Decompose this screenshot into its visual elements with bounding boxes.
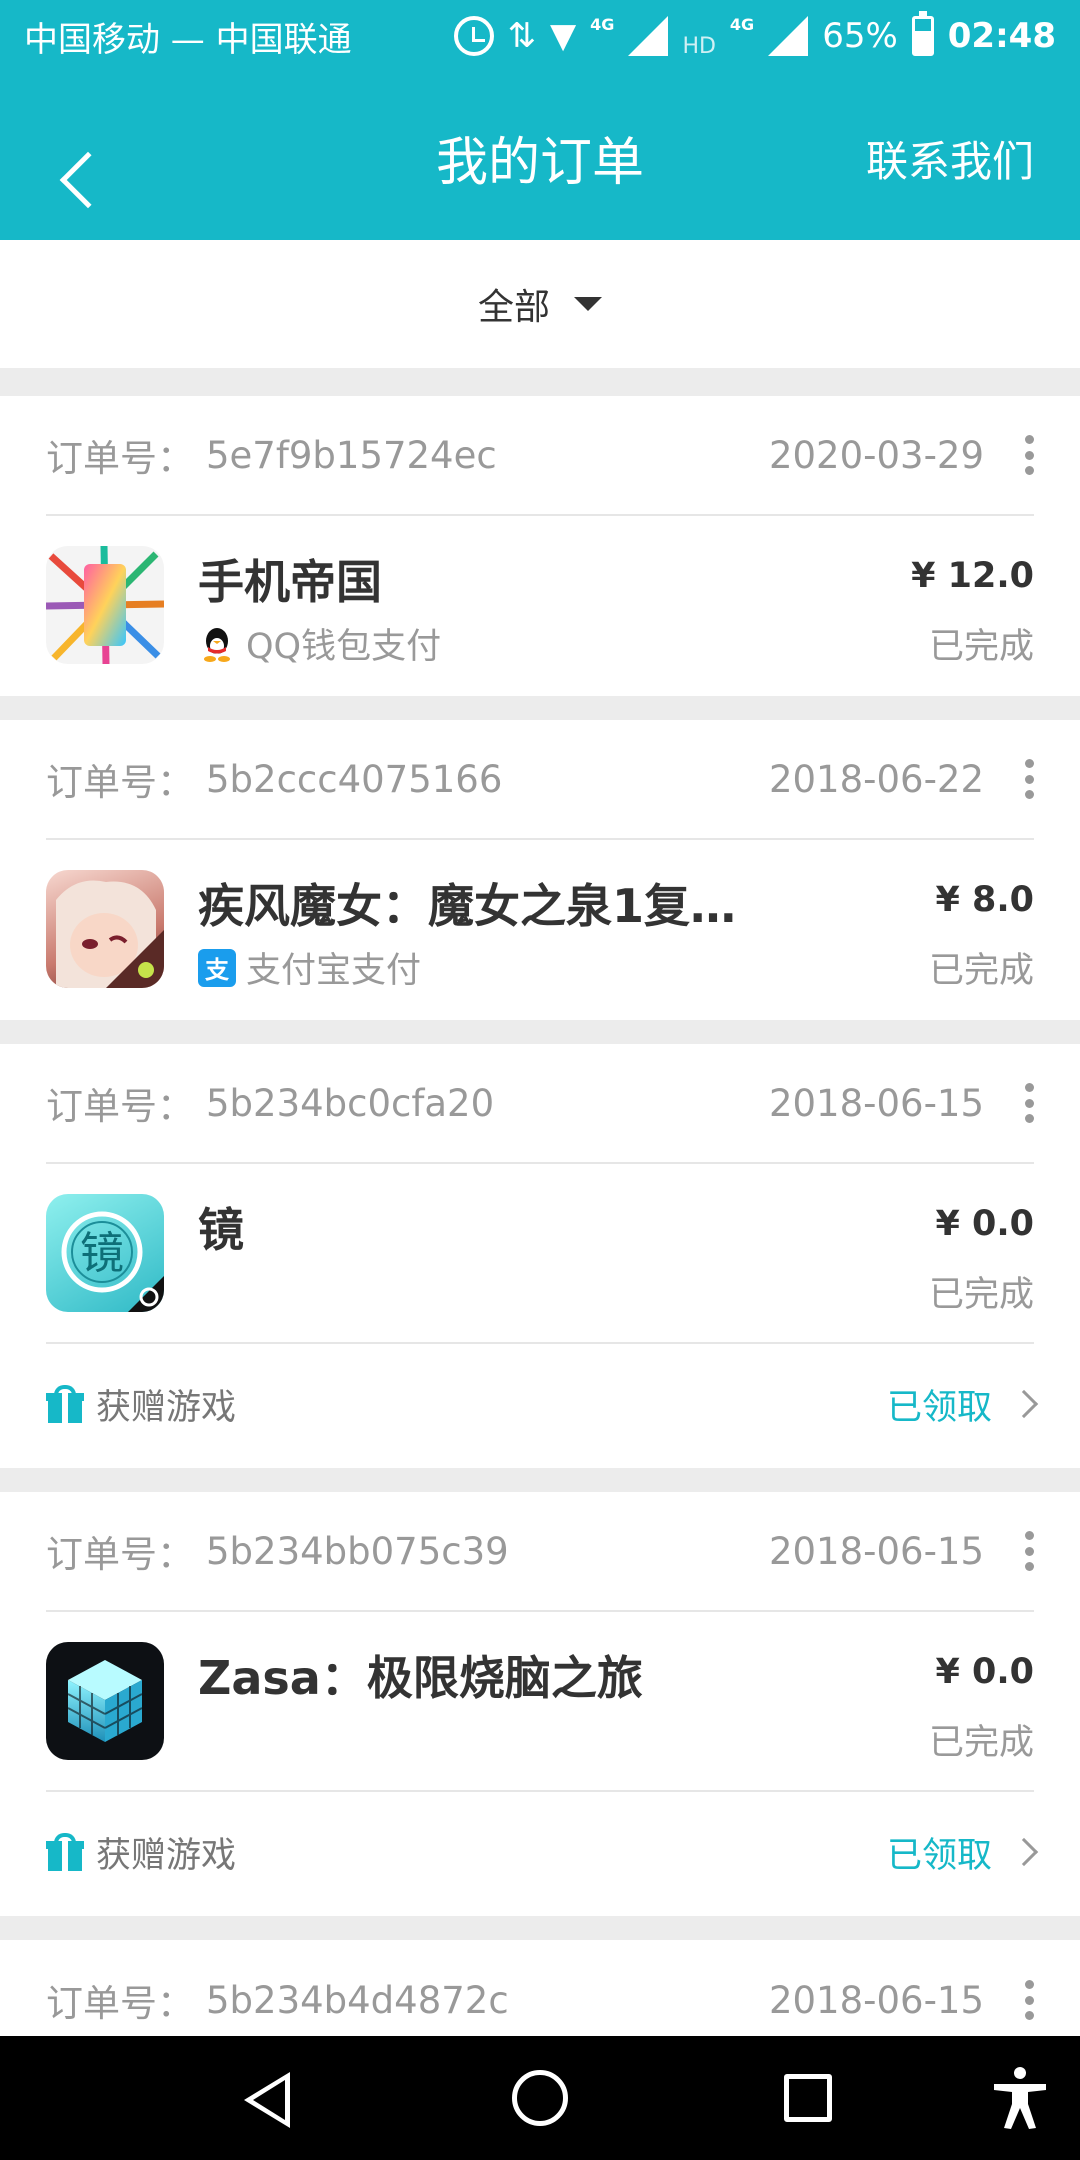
order-card[interactable]: 订单号： 5e7f9b15724ec 2020-03-29 手机帝国 QQ钱包支… — [0, 396, 1080, 696]
order-date: 2018-06-15 — [768, 1978, 984, 2022]
order-status: 已完成 — [928, 1275, 1034, 1315]
gift-label: 获赠游戏 — [96, 1835, 237, 1876]
order-card[interactable]: 订单号： 5b234b4d4872c 2018-06-15 — [0, 1940, 1080, 2036]
clock-time: 02:48 — [947, 16, 1056, 56]
order-number: 5b234bb075c39 — [206, 1529, 509, 1573]
payment-method: 支 支付宝支付 — [198, 942, 421, 993]
order-date: 2018-06-15 — [768, 1529, 984, 1573]
hd-label: HD — [682, 33, 716, 59]
order-status: 已完成 — [928, 1723, 1034, 1763]
payment-label: QQ钱包支付 — [246, 627, 442, 667]
app-name: 疾风魔女：魔女之泉1复… — [198, 879, 737, 933]
payment-method: QQ钱包支付 — [198, 618, 441, 669]
gift-row[interactable]: 获赠游戏 已领取 — [46, 1342, 1039, 1464]
nav-back-icon[interactable] — [244, 2072, 290, 2128]
order-price: ¥ 12.0 — [911, 556, 1034, 596]
app-bar: 我的订单 联系我们 — [0, 72, 1080, 240]
wifi-icon: ▼ — [550, 16, 577, 56]
signal-1-icon — [628, 16, 669, 56]
more-options-icon[interactable] — [1024, 1980, 1034, 2020]
alarm-icon — [453, 16, 494, 56]
battery-percent: 65% — [822, 16, 898, 56]
app-name: 镜 — [198, 1203, 244, 1257]
order-body: 手机帝国 QQ钱包支付 ¥ 12.0 已完成 — [46, 516, 1034, 694]
alipay-icon: 支 — [198, 948, 236, 987]
gift-row[interactable]: 获赠游戏 已领取 — [46, 1790, 1039, 1912]
order-number: 5e7f9b15724ec — [206, 433, 497, 477]
order-number-label: 订单号： — [46, 1982, 194, 2025]
network-type-2: 4G — [729, 14, 755, 34]
status-icons: ⇅ ▼ 4G HD 4G 65% 02:48 — [453, 11, 1056, 59]
gift-icon — [46, 1385, 84, 1423]
order-number-label: 订单号： — [46, 437, 194, 480]
order-price: ¥ 0.0 — [935, 1652, 1034, 1692]
order-date: 2018-06-15 — [768, 1081, 984, 1125]
zasa-cube-icon — [46, 1642, 164, 1760]
filter-selected: 全部 — [477, 287, 550, 328]
mirror-icon: 镜 — [46, 1194, 164, 1312]
claimed-status: 已领取 — [886, 1835, 992, 1876]
order-header: 订单号： 5b2ccc4075166 2018-06-22 — [46, 720, 1034, 840]
status-bar: 中国移动 — 中国联通 ⇅ ▼ 4G HD 4G 65% 02:48 — [0, 0, 1080, 72]
contact-us-button[interactable]: 联系我们 — [866, 128, 1034, 189]
gift-icon — [46, 1833, 84, 1871]
order-status: 已完成 — [928, 951, 1034, 991]
order-number-label: 订单号： — [46, 1533, 194, 1576]
order-number: 5b234b4d4872c — [206, 1978, 509, 2022]
order-number-label: 订单号： — [46, 1085, 194, 1128]
order-body: Zasa：极限烧脑之旅 ¥ 0.0 已完成 — [46, 1612, 1034, 1790]
order-card[interactable]: 订单号： 5b234bc0cfa20 2018-06-15 镜 镜 ¥ 0.0 … — [0, 1044, 1080, 1468]
chevron-right-icon — [1009, 1389, 1039, 1419]
nav-recents-icon[interactable] — [784, 2074, 832, 2122]
caret-down-icon — [574, 297, 602, 311]
gift-label: 获赠游戏 — [96, 1387, 237, 1428]
order-filter-dropdown[interactable]: 全部 — [0, 240, 1080, 368]
order-number: 5b234bc0cfa20 — [206, 1081, 495, 1125]
nav-home-icon[interactable] — [512, 2070, 568, 2126]
more-options-icon[interactable] — [1024, 1531, 1034, 1571]
order-header: 订单号： 5b234bc0cfa20 2018-06-15 — [46, 1044, 1034, 1164]
order-header: 订单号： 5b234bb075c39 2018-06-15 — [46, 1492, 1034, 1612]
accessibility-icon[interactable] — [990, 2066, 1050, 2130]
app-name: 手机帝国 — [198, 555, 382, 609]
app-name: Zasa：极限烧脑之旅 — [198, 1651, 643, 1705]
system-nav-bar — [0, 2036, 1080, 2160]
payment-label: 支付宝支付 — [246, 951, 422, 991]
order-body: 镜 镜 ¥ 0.0 已完成 — [46, 1164, 1034, 1342]
phone-empire-icon — [46, 546, 164, 664]
signal-2-icon — [768, 16, 809, 56]
order-date: 2020-03-29 — [768, 433, 984, 477]
order-body: 疾风魔女：魔女之泉1复… 支 支付宝支付 ¥ 8.0 已完成 — [46, 840, 1034, 1018]
order-header: 订单号： 5b234b4d4872c 2018-06-15 — [46, 1940, 1034, 2036]
more-options-icon[interactable] — [1024, 435, 1034, 475]
witch-icon — [46, 870, 164, 988]
more-options-icon[interactable] — [1024, 1083, 1034, 1123]
order-number-label: 订单号： — [46, 761, 194, 804]
svg-text:镜: 镜 — [80, 1228, 124, 1279]
order-header: 订单号： 5e7f9b15724ec 2020-03-29 — [46, 396, 1034, 516]
order-status: 已完成 — [928, 627, 1034, 667]
data-arrows-icon: ⇅ — [507, 16, 537, 56]
chevron-right-icon — [1009, 1837, 1039, 1867]
order-card[interactable]: 订单号： 5b2ccc4075166 2018-06-22 疾风魔女：魔女之泉1… — [0, 720, 1080, 1020]
order-price: ¥ 0.0 — [935, 1204, 1034, 1244]
more-options-icon[interactable] — [1024, 759, 1034, 799]
battery-icon — [911, 11, 934, 56]
network-type-1: 4G — [590, 14, 615, 34]
claimed-status: 已领取 — [886, 1387, 992, 1428]
carrier-label: 中国移动 — 中国联通 — [24, 19, 352, 60]
order-price: ¥ 8.0 — [935, 880, 1034, 920]
order-date: 2018-06-22 — [768, 757, 984, 801]
qq-wallet-icon — [198, 624, 236, 663]
order-card[interactable]: 订单号： 5b234bb075c39 2018-06-15 Zasa：极限烧脑之… — [0, 1492, 1080, 1916]
order-number: 5b2ccc4075166 — [206, 757, 503, 801]
